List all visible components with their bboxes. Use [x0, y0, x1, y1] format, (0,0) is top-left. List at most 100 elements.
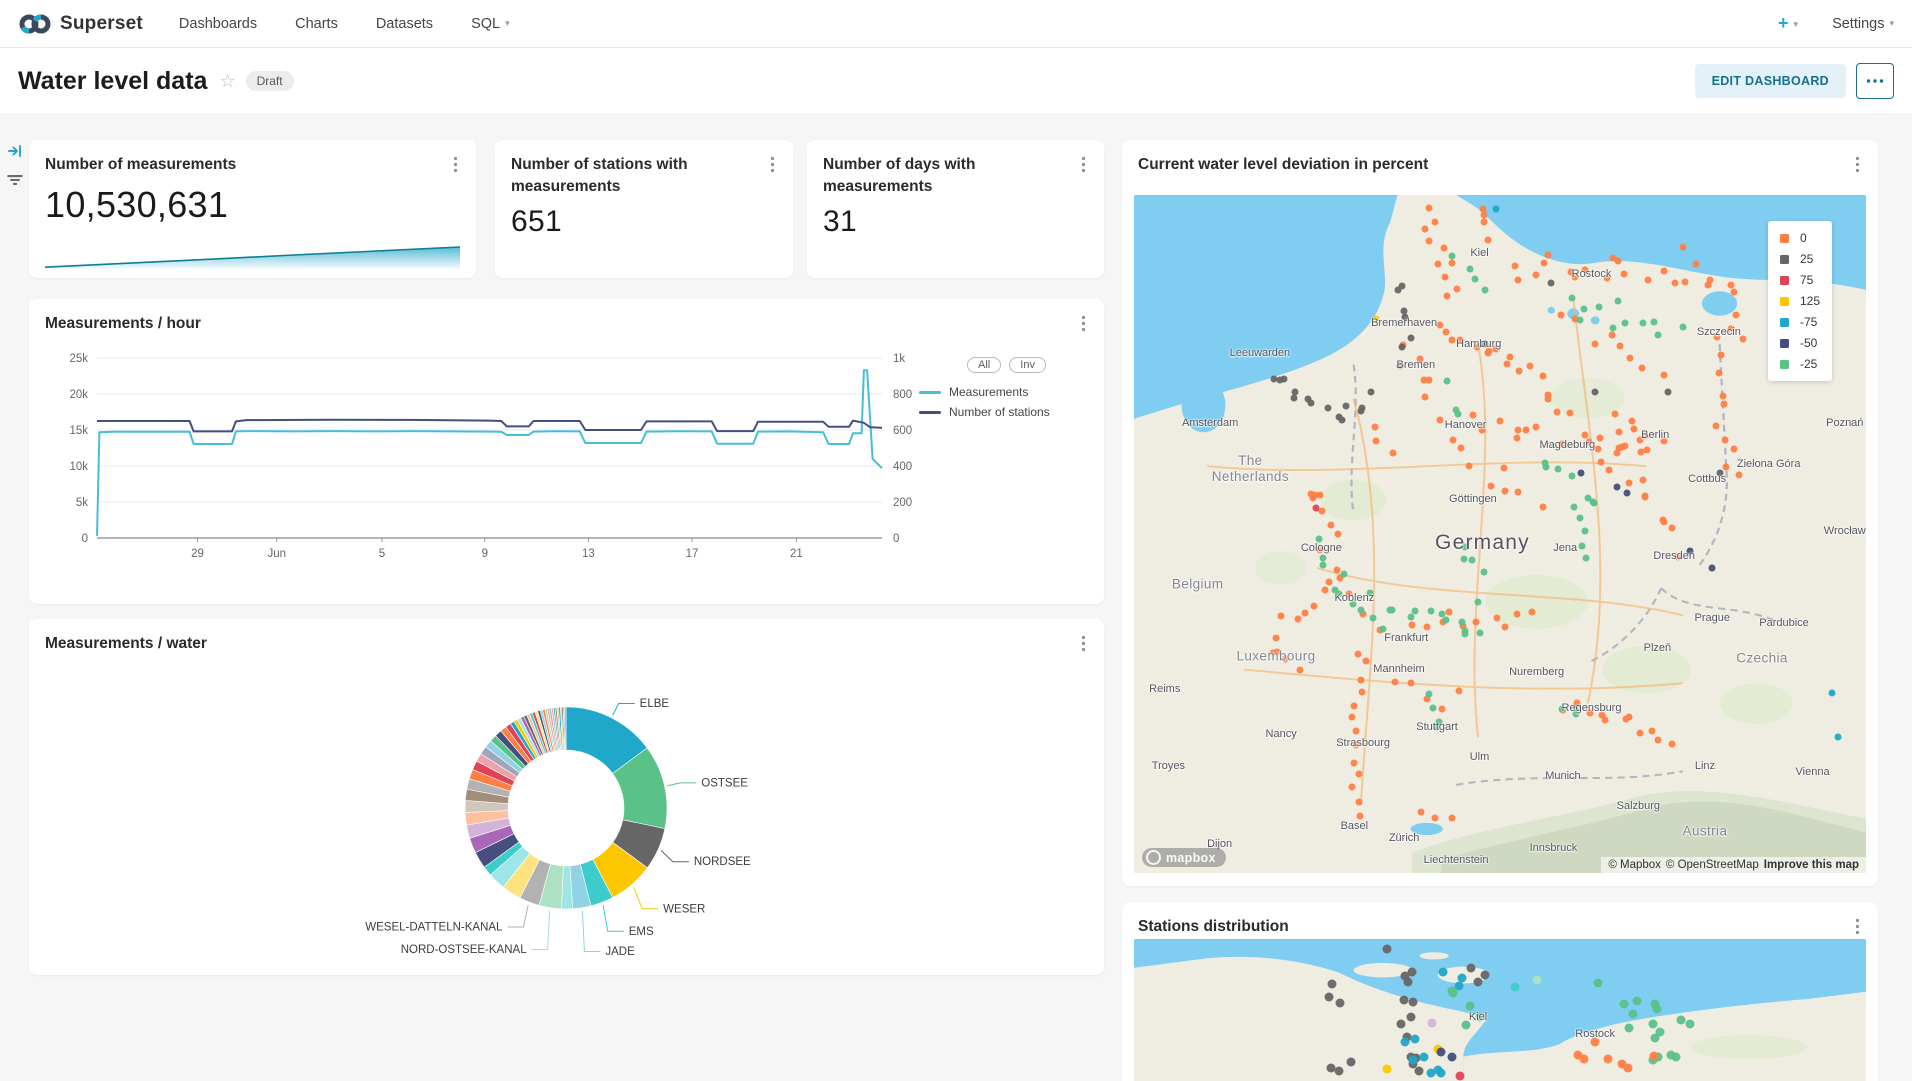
station-dot	[1411, 1035, 1420, 1044]
legend-swatch	[919, 411, 941, 414]
more-options-icon[interactable]	[1079, 313, 1088, 339]
station-dot	[1431, 815, 1438, 822]
station-dot	[1281, 656, 1288, 663]
svg-text:0: 0	[82, 533, 88, 545]
line-chart: 005k20010k40015k60020k80025k1k29Jun59131…	[39, 343, 919, 575]
station-dot	[1636, 730, 1643, 737]
osm-attribution-link[interactable]: © OpenStreetMap	[1666, 859, 1759, 871]
station-dot	[1324, 405, 1331, 412]
station-dot	[1482, 341, 1489, 348]
station-dot	[1416, 355, 1423, 362]
nav-item-datasets[interactable]: Datasets	[376, 16, 433, 32]
dashboard-more-button[interactable]	[1856, 63, 1894, 99]
legend-inv-button[interactable]: Inv	[1009, 357, 1046, 373]
nav-item-charts[interactable]: Charts	[295, 16, 338, 32]
nav-item-sql[interactable]: SQL▾	[471, 16, 510, 32]
more-options-icon[interactable]	[1079, 154, 1088, 180]
legend-all-button[interactable]: All	[967, 357, 1001, 373]
station-dot	[1321, 587, 1328, 594]
mapbox-attribution-link[interactable]: © Mapbox	[1608, 859, 1661, 871]
station-dot	[1716, 369, 1723, 376]
deviation-map[interactable]: 02575125-75-50-25 mapbox © Mapbox © Open…	[1134, 195, 1866, 873]
station-dot	[1453, 285, 1460, 292]
station-dot	[1510, 983, 1519, 992]
station-dot	[1665, 388, 1672, 395]
donut-slice-label: ELBE	[640, 698, 670, 710]
station-dot	[1721, 437, 1728, 444]
station-dot	[1338, 417, 1345, 424]
station-dot	[1558, 311, 1565, 318]
station-dot	[1623, 1063, 1632, 1072]
station-dot	[1474, 344, 1481, 351]
station-dot	[1577, 469, 1584, 476]
station-dot	[1347, 1057, 1356, 1066]
station-dot	[1432, 218, 1439, 225]
station-dot	[1669, 524, 1676, 531]
station-dot	[1492, 345, 1499, 352]
station-dot	[1672, 1052, 1681, 1061]
station-dot	[1460, 555, 1467, 562]
station-dot	[1485, 236, 1492, 243]
station-dot	[1576, 514, 1583, 521]
more-options-icon[interactable]	[451, 154, 460, 180]
legend-item[interactable]: Number of stations	[919, 405, 1094, 419]
more-options-icon[interactable]	[768, 154, 777, 180]
station-dot	[1649, 728, 1656, 735]
superset-logo[interactable]: Superset	[18, 13, 143, 35]
new-item-button[interactable]: +▾	[1778, 13, 1798, 34]
station-dot	[1379, 626, 1386, 633]
station-dot	[1585, 438, 1592, 445]
settings-menu[interactable]: Settings▾	[1832, 16, 1894, 32]
station-dot	[1558, 705, 1565, 712]
station-dot	[1335, 530, 1342, 537]
stations-map[interactable]: KielRostock	[1134, 939, 1866, 1081]
station-dot	[1642, 494, 1649, 501]
station-dot	[1598, 459, 1605, 466]
station-dot	[1713, 422, 1720, 429]
legend-item[interactable]: Measurements	[919, 385, 1094, 399]
station-dot	[1358, 688, 1365, 695]
nav-item-dashboards[interactable]: Dashboards	[179, 16, 257, 32]
more-options-icon[interactable]	[1853, 154, 1862, 180]
station-dot	[1466, 462, 1473, 469]
edit-dashboard-button[interactable]: EDIT DASHBOARD	[1695, 64, 1846, 98]
chevron-down-icon: ▾	[505, 18, 510, 28]
station-dot	[1615, 298, 1622, 305]
station-dot	[1334, 1067, 1343, 1076]
station-dot	[1581, 528, 1588, 535]
svg-text:1k: 1k	[893, 353, 905, 365]
station-dot	[1449, 815, 1456, 822]
station-dot	[1621, 270, 1628, 277]
mapbox-logo[interactable]: mapbox	[1142, 848, 1226, 867]
chevron-down-icon: ▾	[1794, 19, 1799, 29]
filter-icon[interactable]	[6, 171, 24, 194]
station-dot	[1589, 499, 1596, 506]
station-dot	[1735, 472, 1742, 479]
favorite-star-icon[interactable]: ☆	[219, 71, 235, 92]
station-dot	[1668, 741, 1675, 748]
more-options-icon[interactable]	[1079, 633, 1088, 659]
station-dot	[1458, 444, 1465, 451]
station-dot	[1466, 963, 1475, 972]
station-dot	[1640, 320, 1647, 327]
station-dot	[1621, 319, 1628, 326]
station-dot	[1619, 999, 1628, 1008]
draft-badge: Draft	[246, 71, 294, 91]
expand-filter-bar-icon[interactable]	[7, 143, 23, 164]
main-nav: Dashboards Charts Datasets SQL▾	[179, 16, 510, 32]
station-dot	[1419, 1053, 1428, 1062]
donut-slice-label: NORDSEE	[694, 856, 751, 868]
station-dot	[1545, 395, 1552, 402]
station-dot	[1591, 1038, 1600, 1047]
station-dot	[1553, 409, 1560, 416]
station-dot	[1325, 992, 1334, 1001]
station-dot	[1716, 469, 1723, 476]
station-dot	[1476, 629, 1483, 636]
improve-map-link[interactable]: Improve this map	[1764, 859, 1859, 871]
station-dot	[1359, 405, 1366, 412]
station-dot	[1352, 741, 1359, 748]
station-dot	[1671, 280, 1678, 287]
station-dot	[1648, 1020, 1657, 1029]
station-dot	[1568, 294, 1575, 301]
station-dot	[1717, 352, 1724, 359]
